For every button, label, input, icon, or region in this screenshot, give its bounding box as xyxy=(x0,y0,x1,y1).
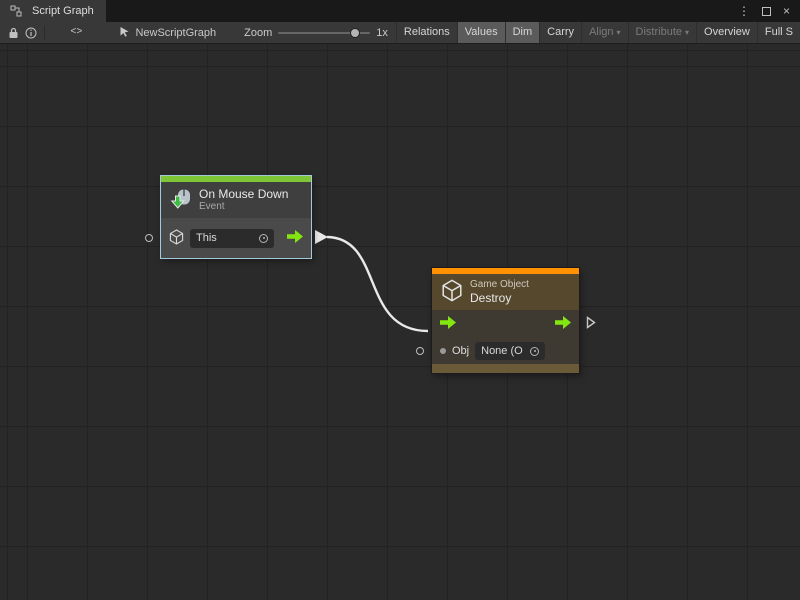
tab-title: Script Graph xyxy=(32,5,94,17)
target-object-value: This xyxy=(196,232,254,244)
event-node-subtitle: Event xyxy=(199,201,288,213)
zoom-value: 1x xyxy=(376,27,388,39)
node-destroy[interactable]: Game Object Destroy Obj None (O xyxy=(432,268,579,373)
window-maximize-icon[interactable] xyxy=(762,7,771,16)
zoom-slider-knob[interactable] xyxy=(350,28,360,38)
info-icon[interactable] xyxy=(22,22,40,44)
event-node-body: This xyxy=(161,218,311,258)
values-button[interactable]: Values xyxy=(457,22,505,44)
fullscreen-button[interactable]: Full S xyxy=(757,22,800,44)
node-on-mouse-down[interactable]: On Mouse Down Event This xyxy=(161,176,311,258)
graph-asset-icon xyxy=(119,26,130,40)
graph-canvas[interactable] xyxy=(0,44,800,600)
event-node-title: On Mouse Down xyxy=(199,187,288,201)
lock-icon[interactable] xyxy=(4,22,22,44)
tab-script-graph[interactable]: Script Graph xyxy=(0,0,106,22)
obj-object-value: None (O xyxy=(481,345,525,357)
overview-button[interactable]: Overview xyxy=(696,22,757,44)
destroy-flow-row xyxy=(432,310,579,338)
flow-continue-triangle-icon[interactable] xyxy=(586,316,596,332)
zoom-label: Zoom xyxy=(244,27,272,39)
destroy-obj-row: Obj None (O xyxy=(432,338,579,364)
zoom-slider[interactable] xyxy=(278,28,370,38)
flow-input-arrow-icon[interactable] xyxy=(440,316,456,332)
object-picker-icon[interactable] xyxy=(530,347,539,356)
code-preview-icon[interactable]: <> xyxy=(67,22,85,44)
cube-icon xyxy=(169,229,184,248)
target-input-port[interactable] xyxy=(145,234,153,242)
toolbar-separator xyxy=(44,26,45,40)
dim-button[interactable]: Dim xyxy=(505,22,540,44)
obj-input-port[interactable] xyxy=(416,347,424,355)
graph-asset-name: NewScriptGraph xyxy=(135,27,216,39)
distribute-dropdown[interactable]: Distribute▾ xyxy=(628,22,696,44)
destroy-node-footer xyxy=(432,364,579,373)
obj-label: Obj xyxy=(452,345,469,357)
flow-output-arrow-icon[interactable] xyxy=(287,230,303,246)
window-menu-icon[interactable]: ⋮ xyxy=(738,4,750,18)
cube-icon xyxy=(441,279,463,305)
script-graph-icon xyxy=(6,0,26,22)
graph-toolbar: <> NewScriptGraph Zoom 1x Relations Valu… xyxy=(0,22,800,44)
align-dropdown[interactable]: Align▾ xyxy=(581,22,627,44)
carry-button[interactable]: Carry xyxy=(539,22,581,44)
chevron-down-icon: ▾ xyxy=(617,28,621,37)
event-node-header[interactable]: On Mouse Down Event xyxy=(161,182,311,218)
obj-port-dot xyxy=(440,348,446,354)
target-object-field[interactable]: This xyxy=(190,229,274,248)
graph-asset-breadcrumb[interactable]: NewScriptGraph xyxy=(119,26,216,40)
chevron-down-icon: ▾ xyxy=(685,28,689,37)
destroy-node-header[interactable]: Game Object Destroy xyxy=(432,274,579,310)
relations-button[interactable]: Relations xyxy=(396,22,457,44)
destroy-node-category: Game Object xyxy=(470,279,529,291)
destroy-node-title: Destroy xyxy=(470,291,529,305)
window-tab-bar: Script Graph ⋮ × xyxy=(0,0,800,22)
obj-object-field[interactable]: None (O xyxy=(475,342,545,360)
window-close-icon[interactable]: × xyxy=(783,4,790,18)
flow-output-arrow-icon[interactable] xyxy=(555,316,571,332)
toolbar-button-group: Relations Values Dim Carry Align▾ Distri… xyxy=(396,22,800,44)
mouse-down-event-icon xyxy=(170,188,192,213)
object-picker-icon[interactable] xyxy=(259,234,268,243)
